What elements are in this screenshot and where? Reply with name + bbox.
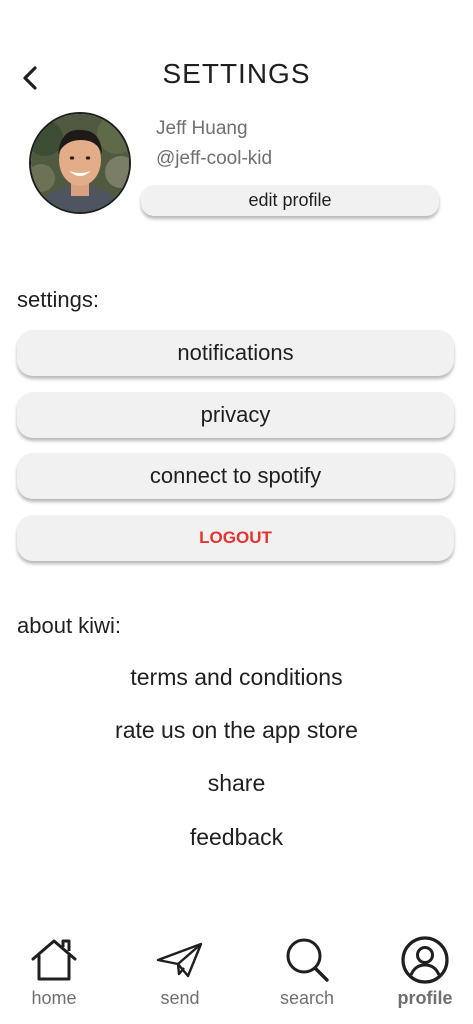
nav-profile[interactable]: profile [375, 930, 473, 1014]
about-section-title: about kiwi: [17, 613, 121, 638]
avatar [29, 112, 131, 214]
privacy-button[interactable]: privacy [17, 392, 454, 438]
nav-home-label: home [31, 988, 77, 1008]
nav-profile-label: profile [397, 988, 453, 1008]
settings-section-title: settings: [17, 287, 99, 312]
nav-home[interactable]: home [4, 930, 104, 1014]
terms-and-conditions-link[interactable]: terms and conditions [0, 664, 473, 691]
profile-name: Jeff Huang [156, 118, 248, 139]
paper-plane-icon [156, 942, 203, 978]
logout-button[interactable]: LOGOUT [17, 515, 454, 561]
nav-send[interactable]: send [130, 930, 230, 1014]
profile-handle: @jeff-cool-kid [156, 148, 273, 169]
nav-send-label: send [160, 988, 200, 1008]
user-circle-icon [401, 936, 449, 984]
page-title: SETTINGS [162, 58, 311, 89]
feedback-link[interactable]: feedback [0, 824, 473, 851]
share-link[interactable]: share [0, 770, 473, 797]
edit-profile-button[interactable]: edit profile [141, 185, 439, 216]
nav-search-label: search [279, 988, 335, 1008]
notifications-button[interactable]: notifications [17, 330, 454, 376]
nav-search[interactable]: search [257, 930, 357, 1014]
rate-app-link[interactable]: rate us on the app store [0, 717, 473, 744]
connect-spotify-button[interactable]: connect to spotify [17, 453, 454, 499]
home-icon [31, 939, 77, 981]
search-icon [286, 938, 329, 982]
header: SETTINGS [0, 56, 473, 100]
